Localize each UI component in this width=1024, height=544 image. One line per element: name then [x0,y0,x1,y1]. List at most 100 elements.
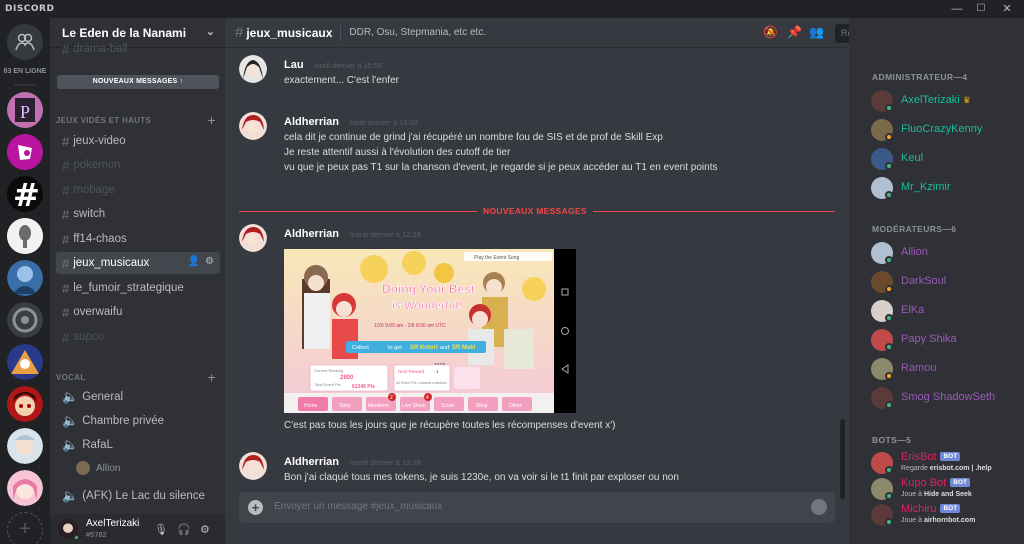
server-icon-9[interactable] [7,428,43,464]
add-server-button[interactable]: + [7,512,43,544]
member-name: Keul [901,152,923,164]
channel-jeux-video[interactable]: # jeux-video [56,130,220,152]
channel-mobage[interactable]: # mobage [56,179,220,201]
upload-plus-icon[interactable]: + [248,500,263,515]
status-icon [885,466,893,474]
rank-value: 2800 [340,375,354,381]
maximize-button[interactable]: ☐ [970,0,992,18]
tab-shop: Shop [476,403,488,409]
microphone-icon[interactable]: 🎙 [154,523,168,536]
voice-user-allion[interactable]: Allion [76,461,120,475]
avatar[interactable] [239,452,267,480]
voice-channel-rafal[interactable]: 🔈 RafaL [56,434,220,456]
member-name-text: ElKa [901,304,925,316]
message-input-placeholder: Envoyer un message #jeux_musicaux [274,501,443,512]
channel-jeux-musicaux[interactable]: # jeux_musicaux 👤 ⚙ [56,252,220,274]
avatar[interactable] [239,112,267,140]
invite-icon[interactable]: 👤 [188,256,200,267]
channel-pokemon[interactable]: # pokemon [56,154,220,176]
voice-channel-general[interactable]: 🔈 General [56,386,220,408]
gear-icon[interactable]: ⚙ [205,256,214,267]
mute-bell-icon[interactable]: 🔕 [763,25,778,39]
category-vocal[interactable]: VOCAL + [56,369,220,385]
scrollbar[interactable] [840,49,845,499]
channel-le-fumoir[interactable]: # le_fumoir_strategique [56,277,220,299]
event-dates: 1/26 9:00 am - 2/6 8:00 am UTC [374,323,446,329]
member-list-icon[interactable]: 👥 [809,25,824,39]
status-icon [885,518,893,526]
emoji-icon[interactable] [811,499,827,515]
member-name: Ramou [901,362,936,374]
member-item[interactable]: Ramou [871,356,1021,384]
member-item[interactable]: FluoCrazyKenny [871,117,1021,145]
member-item[interactable]: AxelTerizaki ♛ [871,88,1021,116]
add-channel-icon[interactable]: + [208,369,216,385]
pin-icon[interactable]: 📌 [787,25,802,39]
server-icon-1[interactable]: P [7,92,43,128]
headphones-icon[interactable]: 🎧 [177,523,191,536]
member-item[interactable]: Regarde erisbot.com | .help ErisBot BOT [871,450,1021,478]
member-activity: Regarde erisbot.com | .help [901,465,992,472]
message-author[interactable]: Aldherrian [284,228,339,240]
server-icon-6[interactable] [7,302,43,338]
attached-image[interactable]: Doing Your Best is Wonderful! 1/26 9:00 … [284,249,576,413]
message-input[interactable]: + Envoyer un message #jeux_musicaux [239,492,835,523]
server-icon-5[interactable] [7,260,43,296]
member-item[interactable]: Mr_Kzimir [871,175,1021,203]
hash-icon: # [62,280,70,296]
avatar [76,461,90,475]
channel-topic: DDR, Osu, Stepmania, etc etc. [349,27,487,38]
channel-ff14-chaos[interactable]: # ff14-chaos [56,228,220,250]
server-icon-7[interactable] [7,344,43,380]
member-item[interactable]: DarkSoul [871,269,1021,297]
add-channel-icon[interactable]: + [208,112,216,128]
friends-home-button[interactable] [7,24,43,60]
scrollbar-thumb[interactable] [840,419,845,499]
category-jeux[interactable]: JEUX VIDÉS ET HAUTS + [56,112,220,128]
status-icon [885,285,893,293]
member-item[interactable]: Papy Shika [871,327,1021,355]
voice-channel-afk[interactable]: 🔈 (AFK) Le Lac du silence [56,485,220,507]
avatar[interactable] [58,519,80,541]
to-get-label: to get [388,345,402,351]
hash-icon: # [62,41,70,57]
member-name-text: Papy Shika [901,333,957,345]
server-icon-4[interactable] [7,218,43,254]
message-author[interactable]: Aldherrian [284,116,339,128]
avatar[interactable] [239,224,267,252]
message-author[interactable]: Aldherrian [284,456,339,468]
hash-icon: # [62,255,70,271]
member-name-text: ErisBot [901,451,937,463]
message-text: Je reste attentif aussi à l'évolution de… [284,147,511,158]
member-item[interactable]: Allion [871,240,1021,268]
hash-icon: # [62,304,70,320]
status-icon [885,314,893,322]
member-item[interactable]: Joue à Hide and Seek Kupo Bot BOT [871,476,1021,504]
server-icon-10[interactable] [7,470,43,506]
member-item[interactable]: Keul [871,146,1021,174]
server-icon-3[interactable]: # [7,176,43,212]
message-text: Bon j'ai claqué tous mes tokens, je suis… [284,472,679,483]
channel-drama-ball[interactable]: # drama-ball [56,38,220,60]
server-icon-2[interactable] [7,134,43,170]
close-button[interactable]: ✕ [996,0,1018,18]
member-item[interactable]: Joue à airhornbot.com Michiru BOT [871,502,1021,530]
server-icon-8[interactable] [7,386,43,422]
avatar[interactable] [239,55,267,83]
voice-channel-chambre-privee[interactable]: 🔈 Chambre privée [56,410,220,432]
message-author[interactable]: Lau [284,59,304,71]
new-messages-divider: NOUVEAUX MESSAGES [225,206,849,216]
minimize-button[interactable]: — [946,0,968,18]
channel-overwaifu[interactable]: # overwaifu [56,301,220,323]
member-item[interactable]: ElKa [871,298,1021,326]
message-list: Lau lundi dernier à 15:56 exactement... … [225,49,849,492]
message-text: C'est pas tous les jours que je récupère… [284,420,616,431]
new-messages-pill[interactable]: NOUVEAUX MESSAGES ↑ [57,75,219,89]
chevron-down-icon: ⌄ [205,26,215,38]
settings-gear-icon[interactable]: ⚙ [200,523,210,536]
hash-icon: # [62,231,70,247]
badge-members: 2 [390,395,393,401]
member-item[interactable]: Smog ShadowSeth [871,385,1021,413]
channel-supco[interactable]: # supco [56,326,220,348]
channel-switch[interactable]: # switch [56,203,220,225]
